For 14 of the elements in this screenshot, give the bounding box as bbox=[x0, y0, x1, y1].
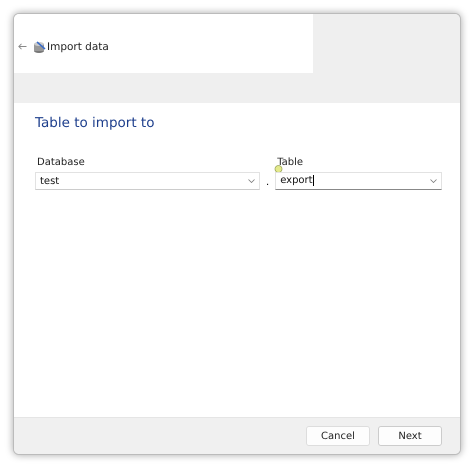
cancel-button[interactable]: Cancel bbox=[306, 426, 370, 446]
dropdown-field[interactable]: export bbox=[275, 172, 442, 190]
window-title: Import data bbox=[47, 40, 109, 52]
section-heading: Table to import to bbox=[35, 115, 156, 131]
database-icon bbox=[33, 40, 46, 54]
back-arrow-icon[interactable] bbox=[18, 43, 27, 50]
chevron-down-icon bbox=[248, 179, 255, 183]
lightbulb-icon bbox=[274, 165, 284, 175]
field-label: Database bbox=[36, 157, 86, 168]
chevron-down-icon bbox=[430, 179, 437, 183]
dropdown-field[interactable]: test bbox=[35, 172, 260, 190]
field-label: Table bbox=[276, 157, 304, 168]
separator-dot: . bbox=[265, 177, 270, 190]
next-button[interactable]: Next bbox=[378, 426, 442, 446]
